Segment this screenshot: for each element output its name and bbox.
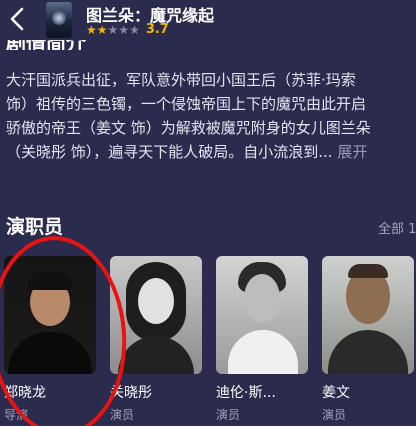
cast-photo xyxy=(322,256,414,374)
synopsis-text[interactable]: 大汗国派兵出征，军队意外带回小国王后（苏菲·玛索 饰）祖传的三色镯，一个侵蚀帝国… xyxy=(6,68,416,164)
star-icon: ★ xyxy=(107,22,119,37)
cast-photo xyxy=(4,256,96,374)
synopsis-line: 大汗国派兵出征，军队意外带回小国王后（苏菲·玛索 xyxy=(6,71,356,89)
star-icon: ★ xyxy=(96,22,108,37)
star-icon: ★ xyxy=(129,22,140,37)
cast-card[interactable]: 姜文 演员 xyxy=(322,256,414,423)
synopsis-line: 骄傲的帝王（姜文 饰）为解救被魔咒附身的女儿图兰朵 xyxy=(6,119,371,137)
back-button[interactable] xyxy=(4,4,30,34)
chevron-left-icon xyxy=(10,7,24,31)
cast-card[interactable]: 迪伦·斯... 演员 xyxy=(216,256,308,423)
rating-score: 3.7 xyxy=(145,22,169,37)
rating-stars: ★ ★ ★ ★ ★ xyxy=(86,24,140,36)
cast-card[interactable]: 郑晓龙 导演 xyxy=(4,256,96,423)
synopsis-line: 饰）祖传的三色镯，一个侵蚀帝国上下的魔咒由此开启 xyxy=(6,95,367,113)
view-all-cast-link[interactable]: 全部 1 xyxy=(378,218,416,237)
cast-name: 关晓彤 xyxy=(110,385,152,401)
cast-role: 导演 xyxy=(4,408,29,422)
star-icon: ★ xyxy=(118,22,130,37)
cast-name: 姜文 xyxy=(322,385,350,401)
cast-name: 迪伦·斯... xyxy=(216,385,276,401)
cast-name: 郑晓龙 xyxy=(4,385,46,401)
movie-poster-thumbnail[interactable] xyxy=(46,2,72,38)
cast-heading: 演职员 xyxy=(6,216,64,238)
cast-role: 演员 xyxy=(216,408,241,422)
cast-card[interactable]: 关晓彤 演员 xyxy=(110,256,202,423)
cast-photo xyxy=(216,256,308,374)
cast-role: 演员 xyxy=(110,408,135,422)
cast-role: 演员 xyxy=(322,408,347,422)
rating: ★ ★ ★ ★ ★ 3.7 xyxy=(86,22,169,37)
top-bar: 图兰朵：魔咒缘起 ★ ★ ★ ★ ★ 3.7 xyxy=(0,0,416,40)
cast-photo xyxy=(110,256,202,374)
expand-link[interactable]: 展开 xyxy=(337,143,367,161)
synopsis-line: （关晓彤 饰），遍寻天下能人破局。自小流浪到... 展开 xyxy=(6,143,368,161)
star-icon: ★ xyxy=(86,22,97,37)
